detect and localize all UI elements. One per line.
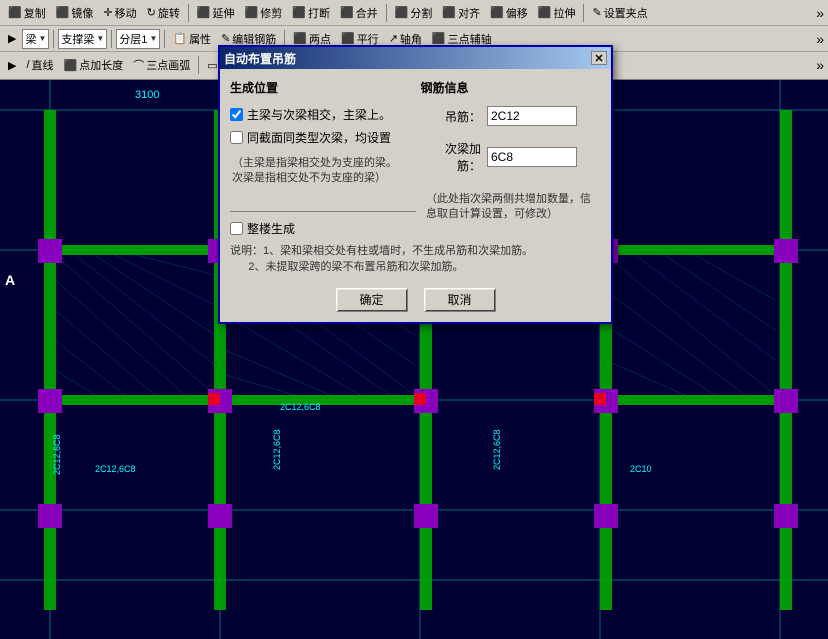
trim-tool[interactable]: ⬛ 修剪 [241,4,287,22]
bottom-note: 说明：1、梁和梁相交处有柱或墙时，不生成吊筋和次梁加筋。 2、未提取梁跨的梁不布… [230,243,601,276]
whole-floor-checkbox-row: 整楼生成 [230,220,416,237]
separator4 [53,30,54,48]
svg-text:A: A [5,272,15,288]
right-section-header: 钢筋信息 [411,79,602,96]
divider [230,211,416,212]
beam-dropdown[interactable]: 梁 ▼ [22,29,49,49]
toolbar-spacer: ▶ [4,31,20,46]
offset-tool[interactable]: ⬛ 偏移 [486,4,532,22]
expand-btn3[interactable]: » [816,57,824,73]
primary-beam-checkbox[interactable] [230,108,243,121]
auto-hanger-dialog: 自动布置吊筋 ✕ 生成位置 钢筋信息 主梁与次梁相交，主梁上。 同截面同类型次梁… [218,45,613,324]
dialog-content: 主梁与次梁相交，主梁上。 同截面同类型次梁，均设置 （主梁是指梁相交处为支座的梁… [230,106,601,237]
primary-beam-label: 主梁与次梁相交，主梁上。 [247,106,391,123]
separator6 [164,30,165,48]
align-tool[interactable]: ⬛ 对齐 [438,4,484,22]
toolbar-row1: ⬛ 复制 ⬛ 镜像 ✛ 移动 ↻ 旋转 ⬛ 延伸 ⬛ 修剪 ⬛ 打断 ⬛ 合并 … [0,0,828,26]
svg-text:2C12,6C8: 2C12,6C8 [272,429,282,470]
svg-text:2C12,6C8: 2C12,6C8 [280,402,321,412]
svg-text:2C12,6C8: 2C12,6C8 [95,464,136,474]
separator2 [386,4,387,22]
section-headers: 生成位置 钢筋信息 [230,79,601,96]
whole-floor-section: 整楼生成 [230,203,416,237]
dialog-title: 自动布置吊筋 [224,50,296,67]
mirror-tool[interactable]: ⬛ 镜像 [52,4,98,22]
line-btn[interactable]: / 直线 [22,56,57,74]
rotate-tool[interactable]: ↻ 旋转 [143,4,184,22]
merge-tool[interactable]: ⬛ 合并 [336,4,382,22]
whole-floor-checkbox[interactable] [230,222,243,235]
stretch-tool[interactable]: ⬛ 拉伸 [534,4,580,22]
separator1 [188,4,189,22]
expand-btn2[interactable]: » [816,31,824,47]
same-type-checkbox[interactable] [230,131,243,144]
copy-tool[interactable]: ⬛ 复制 [4,4,50,22]
same-type-checkbox-row: 同截面同类型次梁，均设置 [230,129,416,146]
same-type-label: 同截面同类型次梁，均设置 [247,129,391,146]
left-panel: 主梁与次梁相交，主梁上。 同截面同类型次梁，均设置 （主梁是指梁相交处为支座的梁… [230,106,416,237]
split-tool[interactable]: ⬛ 分割 [391,4,437,22]
cancel-button[interactable]: 取消 [424,288,496,312]
left-section-header: 生成位置 [230,79,411,96]
point-length-btn[interactable]: ⬛ 点加长度 [60,56,128,74]
hanging-bar-label: 吊筋： [426,108,481,125]
separator8 [198,56,199,74]
extend-tool[interactable]: ⬛ 延伸 [193,4,239,22]
separator3 [583,4,584,22]
whole-floor-label: 整楼生成 [247,220,295,237]
layer-dropdown[interactable]: 分层1 ▼ [116,29,160,49]
svg-text:2C12,6C8: 2C12,6C8 [492,429,502,470]
secondary-bar-label: 次梁加筋： [426,140,481,174]
button-row: 确定 取消 [230,288,601,312]
primary-beam-checkbox-row: 主梁与次梁相交，主梁上。 [230,106,416,123]
expand-btn[interactable]: » [816,5,824,21]
close-button[interactable]: ✕ [591,51,607,65]
dialog-titlebar: 自动布置吊筋 ✕ [220,47,611,69]
hanging-bar-input[interactable] [487,106,577,126]
properties-btn[interactable]: 📋 属性 [169,30,215,48]
break-tool[interactable]: ⬛ 打断 [288,4,334,22]
ok-button[interactable]: 确定 [336,288,408,312]
separator5 [111,30,112,48]
dialog-body: 生成位置 钢筋信息 主梁与次梁相交，主梁上。 同截面同类型次梁，均设置 （主梁是… [220,69,611,322]
dialog-title-area: 自动布置吊筋 [224,50,296,67]
svg-text:2C12,6C8: 2C12,6C8 [52,434,62,475]
svg-text:2C10: 2C10 [630,464,652,474]
grip-tool[interactable]: ✎ 设置夹点 [588,4,651,22]
note1-text: （主梁是指梁相交处为支座的梁。次梁是指相交处不为支座的梁） [230,156,416,187]
move-tool[interactable]: ✛ 移动 [99,4,140,22]
hanging-bar-row: 吊筋： [426,106,601,126]
right-panel: 吊筋： 次梁加筋： （此处指次梁两侧共增加数量，信息取自计算设置，可修改） [426,106,601,237]
toolbar-spacer2: ▶ [4,58,20,73]
secondary-bar-row: 次梁加筋： [426,140,601,174]
svg-text:3100: 3100 [135,89,159,101]
support-beam-dropdown[interactable]: 支撑梁 ▼ [58,29,107,49]
three-arc-btn[interactable]: ⌒ 三点画弧 [129,56,194,74]
secondary-bar-input[interactable] [487,147,577,167]
right-note: （此处指次梁两侧共增加数量，信息取自计算设置，可修改） [426,192,601,223]
